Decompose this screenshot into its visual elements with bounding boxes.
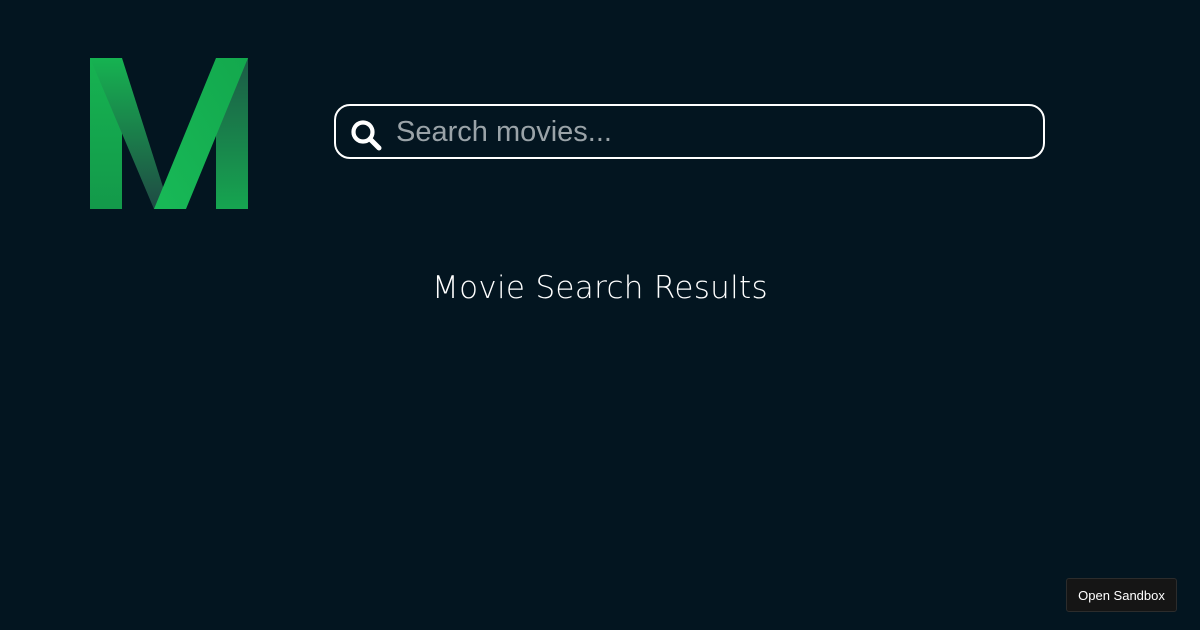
m-logo-icon: [90, 57, 250, 211]
search-box[interactable]: [334, 104, 1045, 159]
page-title: Movie Search Results: [432, 270, 768, 306]
open-sandbox-button[interactable]: Open Sandbox: [1066, 578, 1177, 612]
search-icon[interactable]: [350, 119, 382, 151]
page: Movie Search Results Open Sandbox: [0, 0, 1200, 630]
search-input[interactable]: [396, 110, 1036, 154]
